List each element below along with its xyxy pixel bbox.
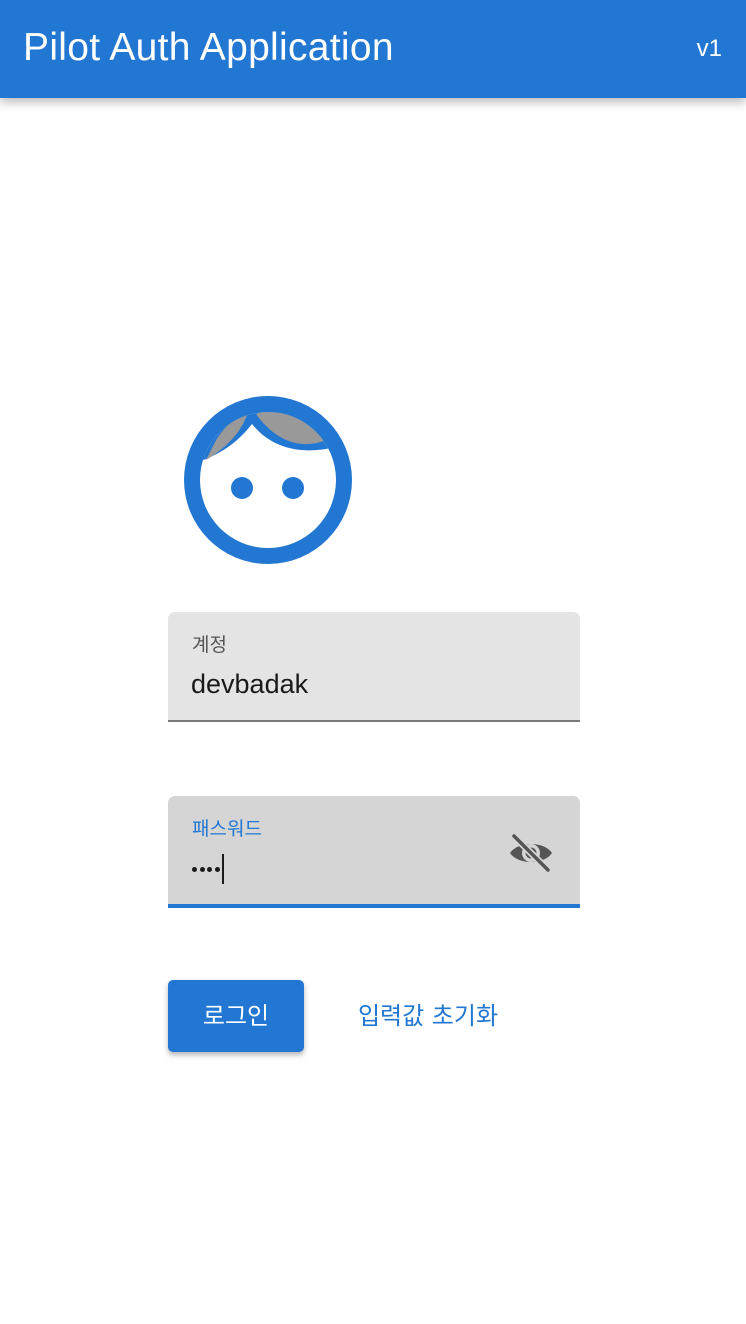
app-bar: Pilot Auth Application v1 (0, 0, 746, 98)
account-input[interactable]: devbadak (191, 668, 308, 700)
login-button[interactable]: 로그인 (168, 980, 304, 1052)
password-input[interactable] (192, 854, 224, 884)
face-icon (184, 396, 352, 564)
password-label: 패스워드 (192, 818, 262, 840)
app-title: Pilot Auth Application (23, 26, 394, 69)
account-label: 계정 (192, 634, 227, 656)
password-mask-dot (199, 866, 205, 872)
visibility-off-icon[interactable] (508, 832, 554, 874)
password-mask-dot (214, 866, 220, 872)
account-field[interactable]: 계정 devbadak (168, 612, 580, 722)
password-field[interactable]: 패스워드 (168, 796, 580, 908)
app-version: v1 (696, 35, 722, 62)
reset-inputs-button[interactable]: 입력값 초기화 (340, 980, 516, 1052)
password-mask-dot (207, 866, 212, 872)
password-mask-dot (192, 866, 197, 872)
text-caret (222, 854, 224, 884)
